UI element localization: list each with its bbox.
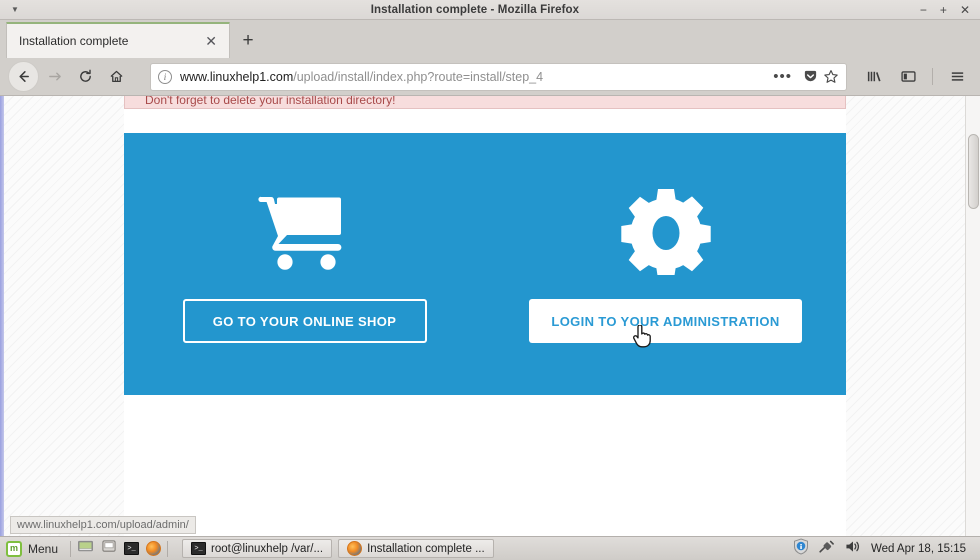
terminal-icon: >_ (191, 542, 207, 555)
pocket-button[interactable] (803, 69, 818, 84)
task-label: Installation complete ... (367, 542, 485, 555)
url-text: www.linuxhelp1.com/upload/install/index.… (180, 70, 767, 84)
system-tray: Wed Apr 18, 15:15 (793, 537, 974, 560)
files-icon[interactable] (101, 539, 117, 559)
window-controls: − + ✕ (920, 4, 980, 16)
mouse-cursor-pointer (633, 325, 651, 348)
task-terminal[interactable]: >_ root@linuxhelp /var/... (182, 539, 333, 558)
reload-button[interactable] (70, 61, 101, 92)
hamburger-menu-icon (951, 72, 963, 81)
library-button[interactable] (859, 62, 889, 92)
window-task-list: >_ root@linuxhelp /var/... Installation … (182, 539, 793, 558)
close-icon[interactable]: ✕ (201, 34, 221, 48)
url-path: /upload/install/index.php?route=install/… (293, 69, 544, 84)
system-taskbar: m Menu >_ >_ root@linuxhelp /var/... Ins… (0, 536, 980, 560)
minimize-button[interactable]: − (920, 4, 927, 16)
pocket-icon (804, 70, 817, 82)
menu-button[interactable]: m Menu (6, 540, 64, 557)
desktop-screen: ▼ Installation complete - Mozilla Firefo… (0, 0, 980, 560)
app-menu-button[interactable] (942, 62, 972, 92)
linux-mint-icon: m (6, 540, 22, 557)
forward-button (39, 61, 70, 92)
shopping-cart-icon (257, 185, 353, 277)
quick-launch-group: >_ (77, 539, 162, 559)
sidebar-icon (900, 71, 916, 82)
task-firefox[interactable]: Installation complete ... (338, 539, 494, 558)
terminal-icon[interactable]: >_ (124, 542, 140, 555)
back-arrow-icon (19, 71, 29, 82)
clock[interactable]: Wed Apr 18, 15:15 (871, 543, 966, 555)
close-button[interactable]: ✕ (960, 4, 970, 16)
installation-warning-alert: Don't forget to delete your installation… (124, 96, 846, 109)
sidebar-button[interactable] (893, 62, 923, 92)
taskbar-divider-2 (167, 540, 169, 557)
link-target-text: www.linuxhelp1.com/upload/admin/ (17, 519, 189, 531)
firefox-icon[interactable] (146, 541, 162, 556)
window-titlebar: ▼ Installation complete - Mozilla Firefo… (0, 0, 980, 20)
home-icon (110, 70, 123, 83)
login-to-administration-button[interactable]: LOGIN TO YOUR ADMINISTRATION (529, 299, 802, 343)
scrollbar-thumb[interactable] (968, 134, 979, 209)
task-label: root@linuxhelp /var/... (211, 542, 324, 555)
new-tab-button[interactable]: + (230, 22, 266, 58)
bookmark-button[interactable] (823, 69, 839, 85)
taskbar-divider-1 (70, 540, 72, 557)
address-bar[interactable]: i www.linuxhelp1.com/upload/install/inde… (150, 62, 847, 91)
volume-icon[interactable] (844, 539, 862, 559)
gear-icon (620, 185, 712, 277)
home-button[interactable] (101, 61, 132, 92)
toolbar-right-group (859, 62, 972, 92)
tab-label: Installation complete (19, 34, 129, 48)
navigation-toolbar: i www.linuxhelp1.com/upload/install/inde… (0, 58, 980, 96)
alert-text: Don't forget to delete your installation… (145, 96, 396, 107)
firefox-icon (347, 541, 363, 556)
window-menu-button[interactable]: ▼ (0, 4, 30, 14)
forward-arrow-icon (49, 72, 61, 81)
menu-label: Menu (28, 541, 59, 556)
browser-viewport: Don't forget to delete your installation… (0, 96, 980, 536)
network-plug-icon[interactable] (818, 539, 835, 559)
star-icon (824, 69, 838, 83)
back-button[interactable] (8, 61, 39, 92)
tab-installation-complete[interactable]: Installation complete ✕ (6, 22, 230, 58)
library-icon (867, 71, 881, 82)
page-actions-button[interactable]: ••• (773, 69, 792, 84)
viewport-left-edge (0, 96, 4, 536)
toolbar-divider (932, 68, 933, 85)
administration-section: LOGIN TO YOUR ADMINISTRATION (485, 133, 846, 395)
reload-icon (80, 69, 91, 82)
update-shield-icon[interactable] (793, 537, 809, 560)
window-title: Installation complete - Mozilla Firefox (370, 3, 580, 16)
chevron-down-icon: ▼ (11, 4, 19, 14)
site-info-icon[interactable]: i (158, 69, 172, 84)
url-host: www.linuxhelp1.com (180, 69, 294, 84)
online-shop-section: GO TO YOUR ONLINE SHOP (124, 133, 485, 395)
vertical-scrollbar[interactable] (965, 96, 980, 536)
completion-action-panel: GO TO YOUR ONLINE SHOP LOGIN TO YOUR ADM… (124, 133, 846, 395)
tab-strip: Installation complete ✕ + (0, 20, 980, 58)
go-to-online-shop-button[interactable]: GO TO YOUR ONLINE SHOP (182, 299, 427, 343)
show-desktop-icon[interactable] (77, 539, 94, 559)
link-status-tooltip: www.linuxhelp1.com/upload/admin/ (10, 516, 196, 534)
maximize-button[interactable]: + (940, 4, 947, 16)
